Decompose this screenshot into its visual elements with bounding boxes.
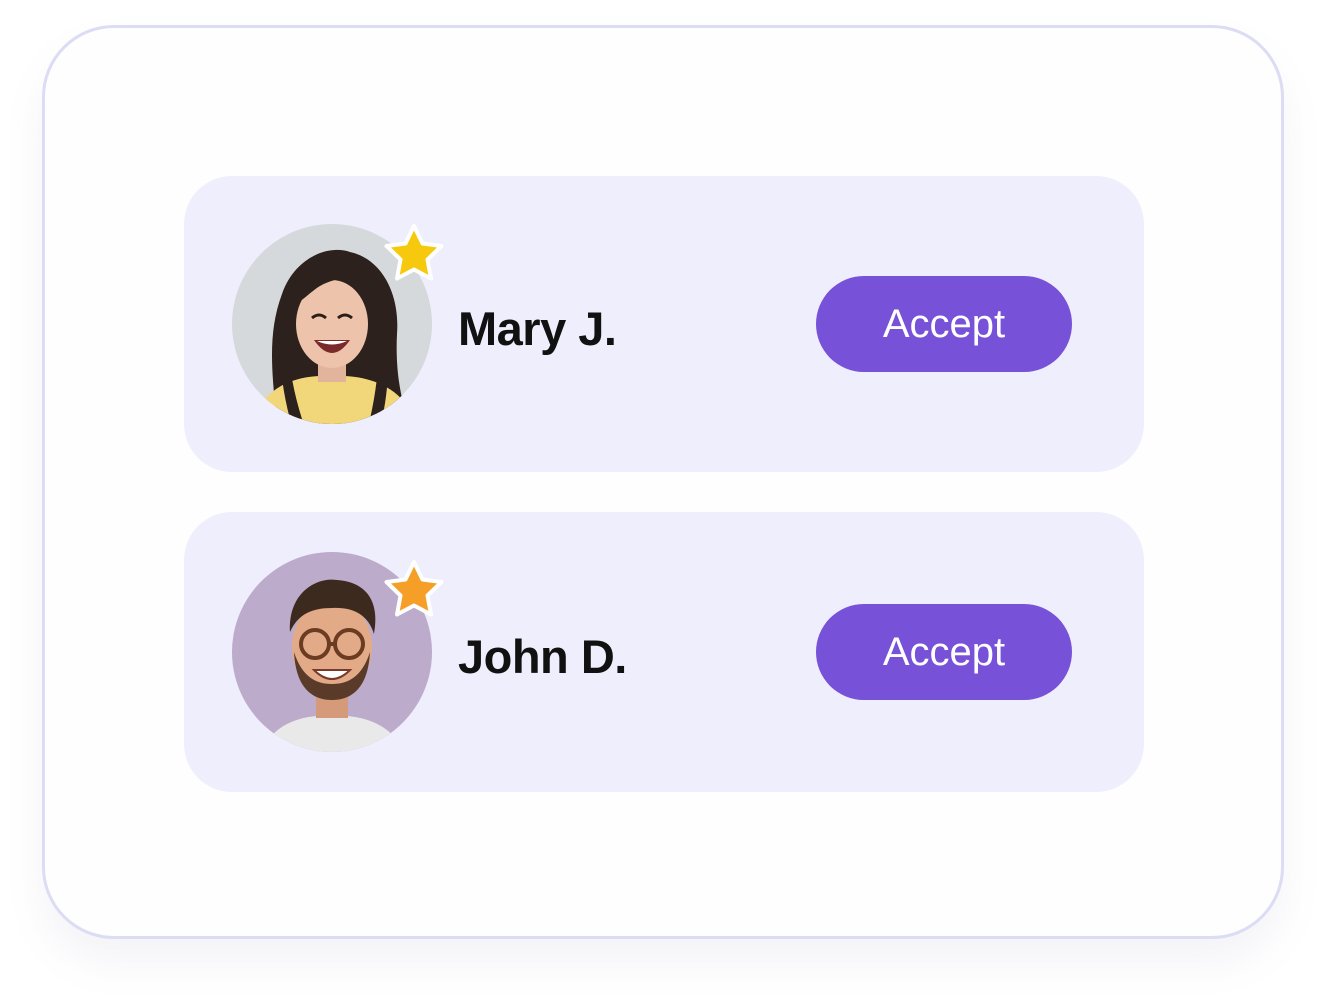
requester-name: John D.	[458, 630, 627, 683]
requester-name: Mary J.	[458, 302, 617, 355]
star-icon	[384, 224, 444, 281]
friend-requests-panel	[42, 25, 1284, 939]
accept-button[interactable]: Accept	[816, 604, 1072, 700]
accept-button[interactable]: Accept	[816, 276, 1072, 372]
star-icon	[384, 560, 444, 617]
request-card-mary: Mary J. Accept	[184, 176, 1144, 472]
request-card-john: John D. Accept	[184, 512, 1144, 792]
